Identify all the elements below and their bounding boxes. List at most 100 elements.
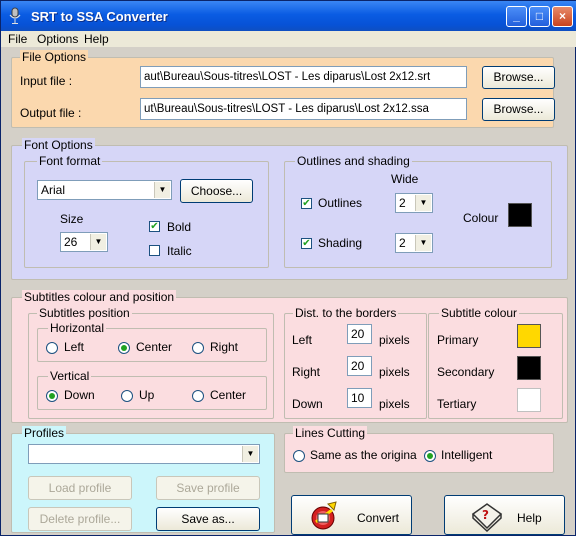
subtitle-colour-group: Subtitle colour Primary Secondary Tertia… <box>428 306 563 419</box>
menu-file[interactable]: File <box>8 32 27 46</box>
minimize-button[interactable]: _ <box>506 6 527 27</box>
same-as-original-radio[interactable] <box>293 450 305 462</box>
colour-label: Colour <box>463 211 499 225</box>
maximize-button[interactable]: □ <box>529 6 550 27</box>
horizontal-left-label: Left <box>64 340 85 354</box>
chevron-down-icon: ▼ <box>242 446 258 462</box>
menu-options[interactable]: Options <box>37 32 78 46</box>
outlines-title: Outlines and shading <box>295 154 412 168</box>
font-options-title: Font Options <box>22 138 95 152</box>
profiles-title: Profiles <box>22 426 67 440</box>
border-right-label: Right <box>292 365 321 379</box>
bold-checkbox[interactable]: ✔ <box>149 221 160 232</box>
primary-label: Primary <box>437 333 479 347</box>
border-right-unit: pixels <box>379 365 410 379</box>
border-left-label: Left <box>292 333 313 347</box>
chevron-down-icon: ▼ <box>90 234 106 250</box>
shading-checkbox[interactable]: ✔ <box>301 238 312 249</box>
horizontal-center-radio[interactable] <box>118 342 130 354</box>
menu-help[interactable]: Help <box>84 32 109 46</box>
help-button[interactable]: ? Help <box>444 495 565 535</box>
profiles-group: Profiles ▼ Load profile Save profile Del… <box>11 426 275 533</box>
profiles-select[interactable]: ▼ <box>28 444 260 464</box>
border-down-input[interactable]: 10 <box>347 388 372 408</box>
chevron-down-icon: ▼ <box>154 182 170 198</box>
horizontal-center-label: Center <box>136 340 173 354</box>
intelligent-radio[interactable] <box>424 450 436 462</box>
font-select[interactable]: Arial ▼ <box>37 180 172 200</box>
horizontal-left-radio[interactable] <box>46 342 58 354</box>
choose-font-button[interactable]: Choose... <box>180 179 253 203</box>
convert-label: Convert <box>357 511 400 525</box>
menu-bar: File Options Help <box>1 31 576 47</box>
italic-label: Italic <box>167 244 192 258</box>
delete-profile-button[interactable]: Delete profile... <box>28 507 132 531</box>
borders-title: Dist. to the borders <box>293 306 399 320</box>
font-format-group: Font format Arial ▼ Choose... Size 26 ▼ … <box>24 154 269 268</box>
lines-cutting-group: Lines Cutting Same as the origina Intell… <box>284 426 554 473</box>
position-group: Subtitles position Horizontal Left Cente… <box>28 306 274 419</box>
border-right-input[interactable]: 20 <box>347 356 372 376</box>
tertiary-colour-swatch[interactable] <box>517 388 541 412</box>
load-profile-button[interactable]: Load profile <box>28 476 132 500</box>
position-title: Subtitles position <box>37 306 132 320</box>
vertical-up-radio[interactable] <box>121 390 133 402</box>
border-down-label: Down <box>292 397 323 411</box>
save-profile-button[interactable]: Save profile <box>156 476 260 500</box>
outlines-checkbox[interactable]: ✔ <box>301 198 312 209</box>
size-label: Size <box>60 212 84 226</box>
same-as-original-label: Same as the origina <box>310 448 417 462</box>
title-bar[interactable]: SRT to SSA Converter _ □ × <box>1 1 576 31</box>
bold-label: Bold <box>167 220 192 234</box>
vertical-title: Vertical <box>48 369 92 383</box>
subtitles-title: Subtitles colour and position <box>22 290 177 304</box>
subtitle-colour-title: Subtitle colour <box>439 306 520 320</box>
convert-icon <box>311 501 337 530</box>
shading-wide-select[interactable]: 2 ▼ <box>395 233 433 253</box>
border-left-input[interactable]: 20 <box>347 324 372 344</box>
browse-output-button[interactable]: Browse... <box>482 98 555 121</box>
vertical-center-radio[interactable] <box>192 390 204 402</box>
output-file-field[interactable]: ut\Bureau\Sous-titres\LOST - Les diparus… <box>140 98 467 120</box>
outlines-wide-select[interactable]: 2 ▼ <box>395 193 433 213</box>
horizontal-title: Horizontal <box>48 321 107 335</box>
italic-checkbox[interactable] <box>149 245 160 256</box>
vertical-group: Vertical Down Up Center <box>37 369 267 410</box>
horizontal-group: Horizontal Left Center Right <box>37 321 267 362</box>
font-format-title: Font format <box>37 154 103 168</box>
chevron-down-icon: ▼ <box>415 235 431 251</box>
secondary-label: Secondary <box>437 365 495 379</box>
input-file-field[interactable]: aut\Bureau\Sous-titres\LOST - Les diparu… <box>140 66 467 88</box>
intelligent-label: Intelligent <box>441 448 493 462</box>
save-as-button[interactable]: Save as... <box>156 507 260 531</box>
help-book-icon: ? <box>471 503 503 532</box>
window-title: SRT to SSA Converter <box>31 9 168 24</box>
vertical-up-label: Up <box>139 388 155 402</box>
wide-label: Wide <box>391 172 419 186</box>
size-select[interactable]: 26 ▼ <box>60 232 108 252</box>
outline-colour-swatch[interactable] <box>508 203 532 227</box>
convert-button[interactable]: Convert <box>291 495 412 535</box>
outlines-group: Outlines and shading Wide ✔ Outlines 2 ▼… <box>284 154 552 268</box>
input-file-label: Input file : <box>20 74 73 88</box>
output-file-label: Output file : <box>20 106 82 120</box>
primary-colour-swatch[interactable] <box>517 324 541 348</box>
outlines-label: Outlines <box>318 196 363 210</box>
file-options-group: File Options Input file : aut\Bureau\Sou… <box>11 50 555 128</box>
horizontal-right-radio[interactable] <box>192 342 204 354</box>
help-label: Help <box>517 511 542 525</box>
secondary-colour-swatch[interactable] <box>517 356 541 380</box>
border-left-unit: pixels <box>379 333 410 347</box>
vertical-down-radio[interactable] <box>46 390 58 402</box>
file-options-title: File Options <box>20 50 89 64</box>
font-options-group: Font Options Font format Arial ▼ Choose.… <box>11 138 568 280</box>
vertical-down-label: Down <box>64 388 95 402</box>
lines-cutting-title: Lines Cutting <box>293 426 368 440</box>
border-down-unit: pixels <box>379 397 410 411</box>
shading-label: Shading <box>318 236 363 250</box>
app-microphone-icon <box>9 7 21 24</box>
close-button[interactable]: × <box>552 6 573 27</box>
main-window: SRT to SSA Converter _ □ × File Options … <box>0 0 576 536</box>
browse-input-button[interactable]: Browse... <box>482 66 555 89</box>
chevron-down-icon: ▼ <box>415 195 431 211</box>
